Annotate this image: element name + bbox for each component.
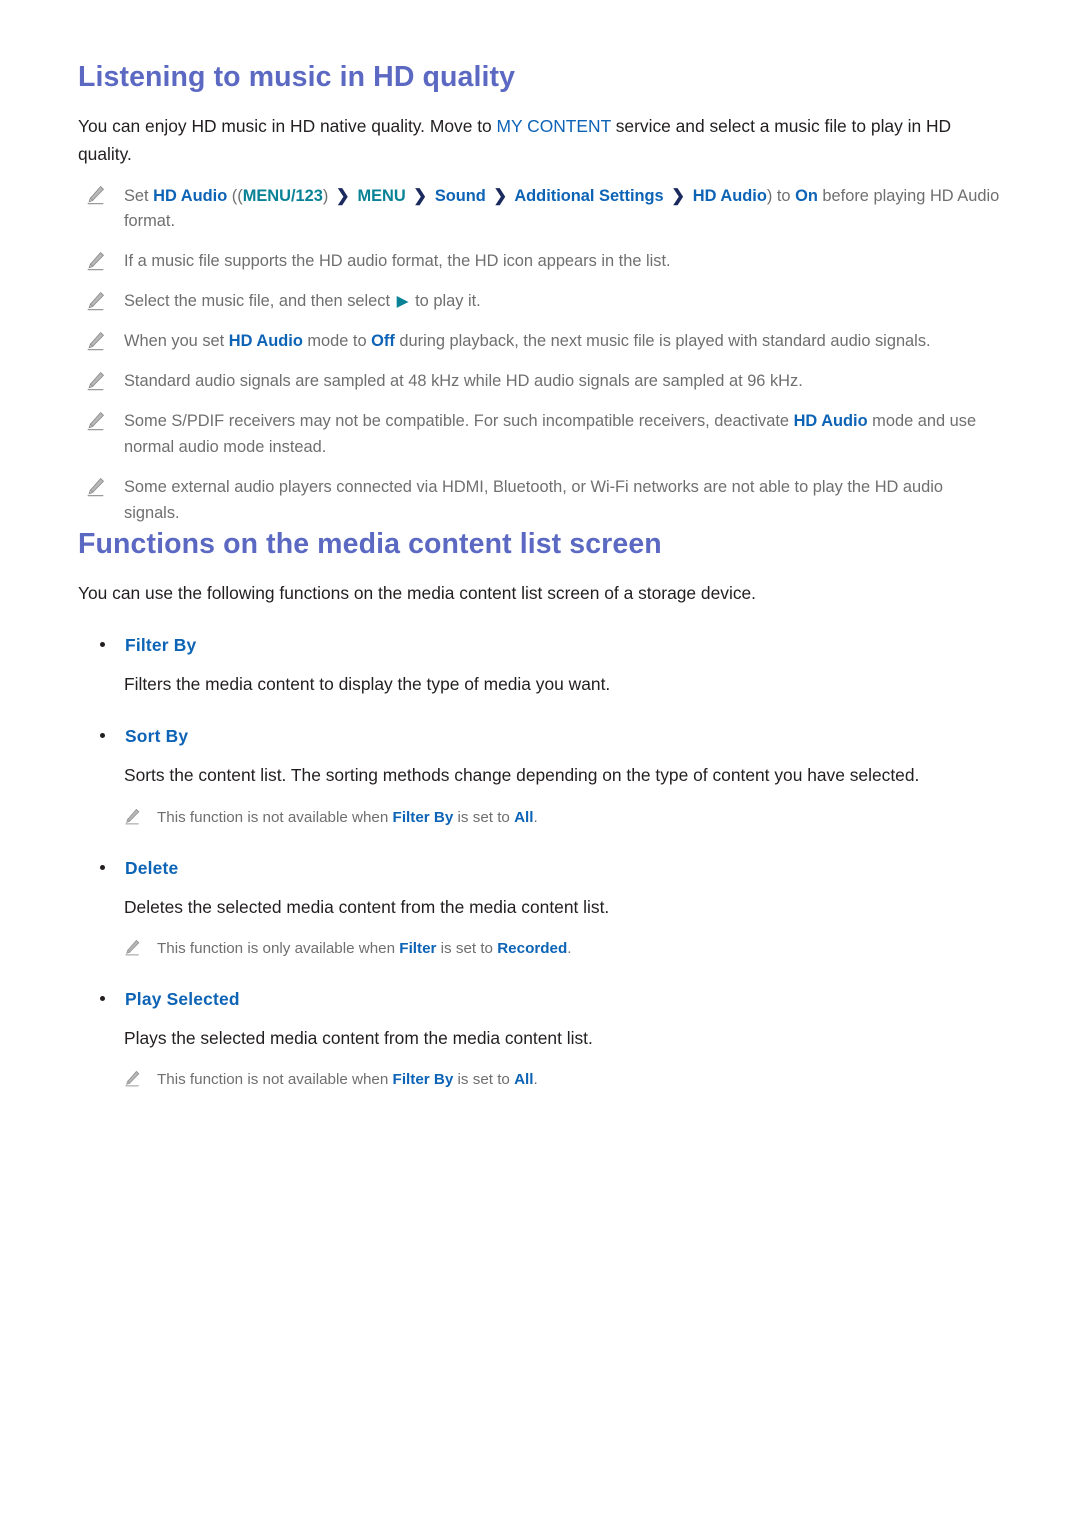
keyword-blue[interactable]: On — [795, 187, 818, 205]
note-item: This function is not available when Filt… — [124, 1068, 1000, 1092]
intro-text-part1: You can enjoy HD music in HD native qual… — [78, 116, 497, 137]
chevron-separator-icon: ❯ — [671, 185, 686, 205]
page-title-functions-media-list: Functions on the media content list scre… — [78, 527, 662, 560]
note-text: If a music file supports the HD audio fo… — [124, 252, 671, 271]
function-item-label[interactable]: Delete — [125, 858, 178, 879]
function-item-label[interactable]: Play Selected — [125, 989, 240, 1010]
note-text: is set to — [453, 808, 515, 826]
note-text: to play it. — [410, 292, 481, 311]
function-item-label[interactable]: Filter By — [125, 635, 196, 656]
keyword-blue[interactable]: Filter By — [393, 809, 454, 826]
keyword-blue[interactable]: Off — [371, 332, 395, 350]
keyword-blue[interactable]: Recorded — [497, 940, 567, 957]
function-item-filter-by[interactable]: Filter By — [100, 635, 1000, 656]
note-text: during playback, the next music file is … — [394, 332, 931, 351]
function-item-label[interactable]: Sort By — [125, 726, 188, 747]
note-text: . — [533, 1070, 538, 1088]
note-text-body: Set HD Audio ((MENU/123) ❯ MENU ❯ Sound … — [124, 183, 1000, 236]
note-item: Set HD Audio ((MENU/123) ❯ MENU ❯ Sound … — [86, 183, 1000, 236]
chevron-separator-icon: ❯ — [413, 185, 428, 205]
bullet-dot-icon — [100, 995, 105, 1001]
keyword-teal[interactable]: MENU — [353, 187, 410, 205]
pencil-icon — [124, 939, 141, 957]
note-item: If a music file supports the HD audio fo… — [86, 249, 1000, 275]
chevron-separator-icon: ❯ — [493, 185, 508, 205]
note-text-body: Select the music file, and then select ▶… — [124, 289, 1000, 315]
note-text-body: If a music file supports the HD audio fo… — [124, 249, 1000, 275]
note-text: Some external audio players connected vi… — [124, 477, 944, 522]
function-item-description: Plays the selected media content from th… — [124, 1027, 593, 1048]
bullet-dot-icon — [100, 642, 105, 648]
note-text: is set to — [436, 939, 498, 957]
note-text: . — [533, 808, 538, 826]
my-content-link[interactable]: MY CONTENT — [497, 116, 611, 136]
pencil-icon — [86, 371, 106, 392]
pencil-icon — [86, 477, 106, 498]
keyword-teal[interactable]: MENU/123 — [243, 187, 323, 205]
note-text: Some S/PDIF receivers may not be compati… — [124, 412, 794, 431]
play-triangle-icon: ▶ — [396, 293, 409, 311]
note-item: When you set HD Audio mode to Off during… — [86, 329, 1000, 355]
function-item-description: Sorts the content list. The sorting meth… — [124, 765, 920, 786]
note-text: Standard audio signals are sampled at 48… — [124, 372, 803, 391]
pencil-icon — [124, 1070, 141, 1088]
note-text: is set to — [453, 1070, 515, 1088]
keyword-blue[interactable]: All — [514, 809, 533, 826]
pencil-icon — [86, 331, 106, 352]
note-text: Set — [124, 186, 154, 205]
note-text-body: Some S/PDIF receivers may not be compati… — [124, 409, 1000, 461]
pencil-icon — [86, 291, 106, 312]
intro-paragraph-section2: You can use the following functions on t… — [78, 582, 757, 603]
note-text: ) — [322, 186, 333, 205]
note-text-body: This function is not available when Filt… — [157, 806, 1000, 830]
keyword-blue[interactable]: All — [514, 1071, 533, 1088]
keyword-blue[interactable]: HD Audio — [794, 412, 868, 430]
note-text: When you set — [124, 332, 229, 351]
note-item: Standard audio signals are sampled at 48… — [86, 369, 1000, 395]
function-item-delete[interactable]: Delete — [100, 858, 1000, 879]
keyword-blue[interactable]: HD Audio — [153, 187, 227, 205]
function-item-description: Filters the media content to display the… — [124, 674, 611, 695]
keyword-blue[interactable]: HD Audio — [688, 187, 767, 205]
note-text-body: This function is not available when Filt… — [157, 1068, 1000, 1092]
pencil-icon — [86, 411, 106, 432]
page-title-listening-to-music: Listening to music in HD quality — [78, 61, 516, 93]
pencil-icon — [86, 251, 106, 272]
function-item-play-selected[interactable]: Play Selected — [100, 989, 1000, 1010]
pencil-icon — [86, 185, 106, 206]
chevron-separator-icon: ❯ — [335, 185, 350, 205]
note-item: Some external audio players connected vi… — [86, 475, 1000, 527]
note-text-body: Some external audio players connected vi… — [124, 475, 1000, 527]
keyword-blue[interactable]: Additional Settings — [510, 187, 668, 205]
keyword-blue[interactable]: Filter By — [393, 1071, 454, 1088]
function-items-list: Filter By Filters the media content to di… — [78, 635, 1000, 1092]
note-text: This function is only available when — [157, 939, 400, 957]
note-text: mode to — [302, 332, 372, 351]
note-text: This function is not available when — [157, 1070, 393, 1088]
document-page: Listening to music in HD quality You can… — [0, 0, 1080, 1527]
note-item: Select the music file, and then select ▶… — [86, 289, 1000, 315]
notes-list-section1: Set HD Audio ((MENU/123) ❯ MENU ❯ Sound … — [78, 183, 1000, 527]
note-text-body: This function is only available when Fil… — [157, 937, 1000, 961]
keyword-blue[interactable]: Sound — [430, 187, 490, 205]
note-item: Some S/PDIF receivers may not be compati… — [86, 409, 1000, 461]
bullet-dot-icon — [100, 864, 105, 870]
function-item-description: Deletes the selected media content from … — [124, 896, 610, 917]
keyword-blue[interactable]: Filter — [399, 940, 436, 957]
pencil-icon — [124, 808, 141, 826]
note-text: Select the music file, and then select — [124, 292, 395, 311]
note-text: ) to — [766, 186, 796, 205]
note-text: This function is not available when — [157, 808, 393, 826]
intro-paragraph-section1: You can enjoy HD music in HD native qual… — [78, 112, 1000, 168]
note-text-body: Standard audio signals are sampled at 48… — [124, 369, 1000, 395]
note-text: . — [567, 939, 572, 957]
function-item-sort-by[interactable]: Sort By — [100, 726, 1000, 747]
keyword-blue[interactable]: HD Audio — [229, 332, 303, 350]
note-text-body: When you set HD Audio mode to Off during… — [124, 329, 1000, 355]
note-item: This function is only available when Fil… — [124, 937, 1000, 961]
bullet-dot-icon — [100, 733, 105, 739]
note-item: This function is not available when Filt… — [124, 806, 1000, 830]
note-text: (( — [227, 186, 243, 205]
